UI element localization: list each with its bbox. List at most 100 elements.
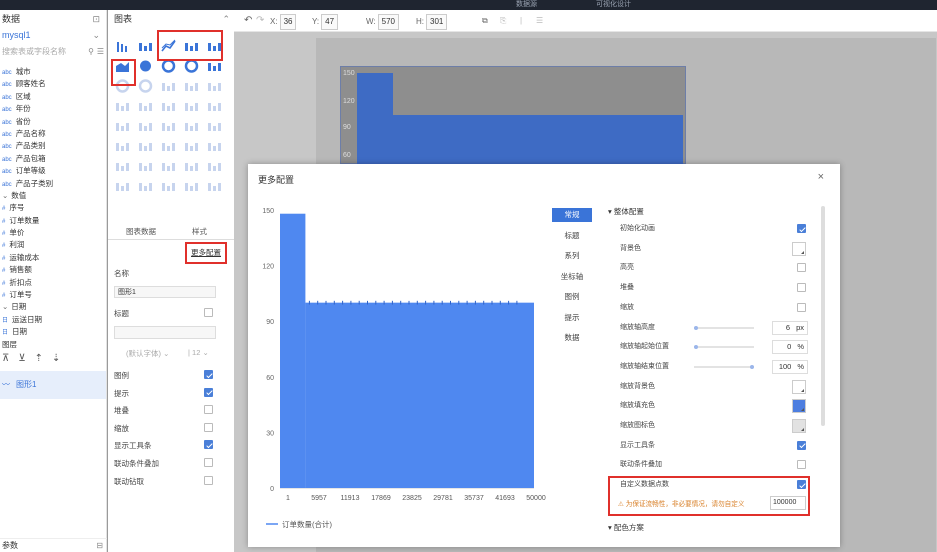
font-family-select[interactable]: (默认字体) ⌄ — [126, 348, 169, 359]
y-input[interactable]: 47 — [321, 14, 339, 30]
option-checkbox[interactable] — [204, 458, 213, 467]
config-checkbox[interactable] — [797, 263, 806, 273]
undo-icon[interactable]: ↶ — [244, 14, 252, 28]
field-item[interactable]: 日日期 — [0, 326, 106, 338]
config-checkbox[interactable] — [797, 283, 806, 293]
r-script-icon[interactable] — [206, 178, 223, 194]
w-input[interactable]: 570 — [377, 14, 399, 30]
field-item[interactable]: abc 城市 — [0, 66, 106, 78]
align-bottom-icon[interactable]: ⊻ — [18, 353, 34, 364]
group-dates[interactable]: ⌄ 日期 — [0, 301, 106, 313]
option-checkbox[interactable] — [204, 370, 213, 379]
kpi-icon[interactable] — [160, 78, 177, 94]
color-scheme-section[interactable]: ▾ 配色方案 — [608, 522, 644, 533]
tab-datasource[interactable]: 数据源 — [516, 0, 537, 10]
config-scrollbar[interactable] — [821, 206, 825, 426]
send-back-icon[interactable]: ⇣ — [52, 353, 69, 364]
h-input[interactable]: 301 — [426, 14, 448, 30]
color-picker[interactable] — [792, 419, 806, 433]
rich-text-icon[interactable] — [183, 178, 200, 194]
range-slider[interactable] — [694, 345, 754, 350]
color-picker[interactable] — [792, 399, 806, 414]
field-item[interactable]: # 运输成本 — [0, 252, 106, 264]
tab-style[interactable]: 样式 — [192, 224, 207, 240]
tree-icon[interactable] — [206, 78, 223, 94]
field-item[interactable]: # 利润 — [0, 239, 106, 251]
field-item[interactable]: abc 订单等级 — [0, 165, 106, 177]
histogram-icon[interactable] — [137, 118, 154, 134]
config-tab[interactable]: 坐标轴 — [552, 270, 592, 284]
legend-label[interactable]: 订单数量(合计) — [282, 519, 332, 529]
shape-icon[interactable] — [206, 158, 223, 174]
layer-item-selected[interactable]: 〰图形1 — [0, 370, 106, 399]
flow-icon[interactable] — [206, 98, 223, 114]
field-item[interactable]: # 订单号 — [0, 289, 106, 301]
chevron-up-icon[interactable]: ⌃ — [222, 10, 230, 28]
field-item[interactable]: 日运送日期 — [0, 314, 106, 326]
config-checkbox[interactable] — [797, 302, 806, 312]
cross-table-icon[interactable] — [137, 178, 154, 194]
bar-chart-icon[interactable] — [114, 38, 131, 54]
slider-value-input[interactable]: 100% — [772, 359, 808, 374]
paste-icon[interactable]: ⎘ — [500, 14, 506, 28]
color-picker[interactable] — [792, 241, 806, 256]
map-pin-icon[interactable] — [183, 98, 200, 114]
pivot-icon[interactable] — [160, 178, 177, 194]
slider-value-input[interactable]: 0% — [772, 340, 808, 355]
field-item[interactable]: abc 产品名称 — [0, 128, 106, 140]
field-item[interactable]: abc 产品子类别 — [0, 178, 106, 190]
field-item[interactable]: abc 顾客姓名 — [0, 78, 106, 90]
title-input[interactable] — [114, 326, 216, 339]
color-picker[interactable] — [792, 379, 806, 394]
bubble-icon[interactable] — [160, 98, 177, 114]
field-search-input[interactable]: 搜索表或字段名称 ⚲ ☰ — [0, 44, 106, 60]
column-table-icon[interactable] — [137, 38, 154, 54]
word-cloud-icon[interactable] — [114, 138, 131, 154]
copy-icon[interactable]: ⧉ — [482, 14, 488, 28]
timeline-icon[interactable] — [206, 118, 223, 134]
field-item[interactable]: abc 产品类别 — [0, 140, 106, 152]
cube-icon[interactable] — [114, 158, 131, 174]
align-top-icon[interactable]: ⊼ — [2, 353, 18, 364]
filter-icon[interactable]: ☰ — [97, 44, 104, 60]
grid-table-icon[interactable] — [160, 158, 177, 174]
range-slider[interactable] — [694, 325, 754, 330]
heatmap-icon[interactable] — [183, 138, 200, 154]
align-icon[interactable]: ☰ — [536, 14, 543, 28]
x-input[interactable]: 36 — [279, 14, 297, 30]
option-checkbox[interactable] — [204, 475, 213, 485]
option-checkbox[interactable] — [204, 440, 213, 450]
more-config-button[interactable]: 更多配置 — [185, 242, 227, 264]
boxplot-icon[interactable] — [160, 118, 177, 134]
overall-config-section[interactable]: ▾ 整体配置 — [608, 206, 644, 217]
option-checkbox[interactable] — [204, 387, 213, 397]
option-checkbox[interactable] — [204, 422, 213, 432]
slider-knob[interactable] — [750, 364, 754, 369]
range-slider[interactable] — [694, 364, 754, 369]
group-measures[interactable]: ⌄ 数值 — [0, 190, 106, 202]
config-checkbox[interactable] — [797, 224, 806, 233]
config-tab[interactable]: 提示 — [552, 311, 592, 325]
slider-knob[interactable] — [694, 325, 698, 330]
field-item[interactable]: # 订单数量 — [0, 215, 106, 227]
config-tab[interactable]: 数据 — [552, 331, 592, 345]
name-input[interactable]: 图形1 — [114, 286, 216, 298]
config-checkbox[interactable] — [797, 440, 806, 450]
field-item[interactable]: abc 产品包箱 — [0, 153, 106, 165]
slider-knob[interactable] — [694, 345, 698, 350]
option-checkbox[interactable] — [204, 405, 213, 415]
bar-combo-icon[interactable] — [183, 78, 200, 94]
collapse-icon[interactable]: ⊟ — [96, 539, 103, 552]
bring-front-icon[interactable]: ⇡ — [35, 353, 52, 364]
datasource-select[interactable]: mysql1 ⌄ — [0, 28, 106, 42]
funnel-icon[interactable] — [114, 98, 131, 114]
field-item[interactable]: abc 区域 — [0, 91, 106, 103]
field-item[interactable]: # 折扣点 — [0, 277, 106, 289]
pie-half-icon[interactable] — [160, 138, 177, 154]
params-bar[interactable]: 参数 ⊟ — [0, 538, 107, 552]
title-checkbox[interactable] — [204, 308, 213, 317]
calendar-chart-icon[interactable] — [137, 158, 154, 174]
config-tab[interactable]: 标题 — [552, 229, 592, 243]
table-icon[interactable] — [114, 178, 131, 194]
config-tab[interactable]: 常规 — [552, 208, 592, 222]
